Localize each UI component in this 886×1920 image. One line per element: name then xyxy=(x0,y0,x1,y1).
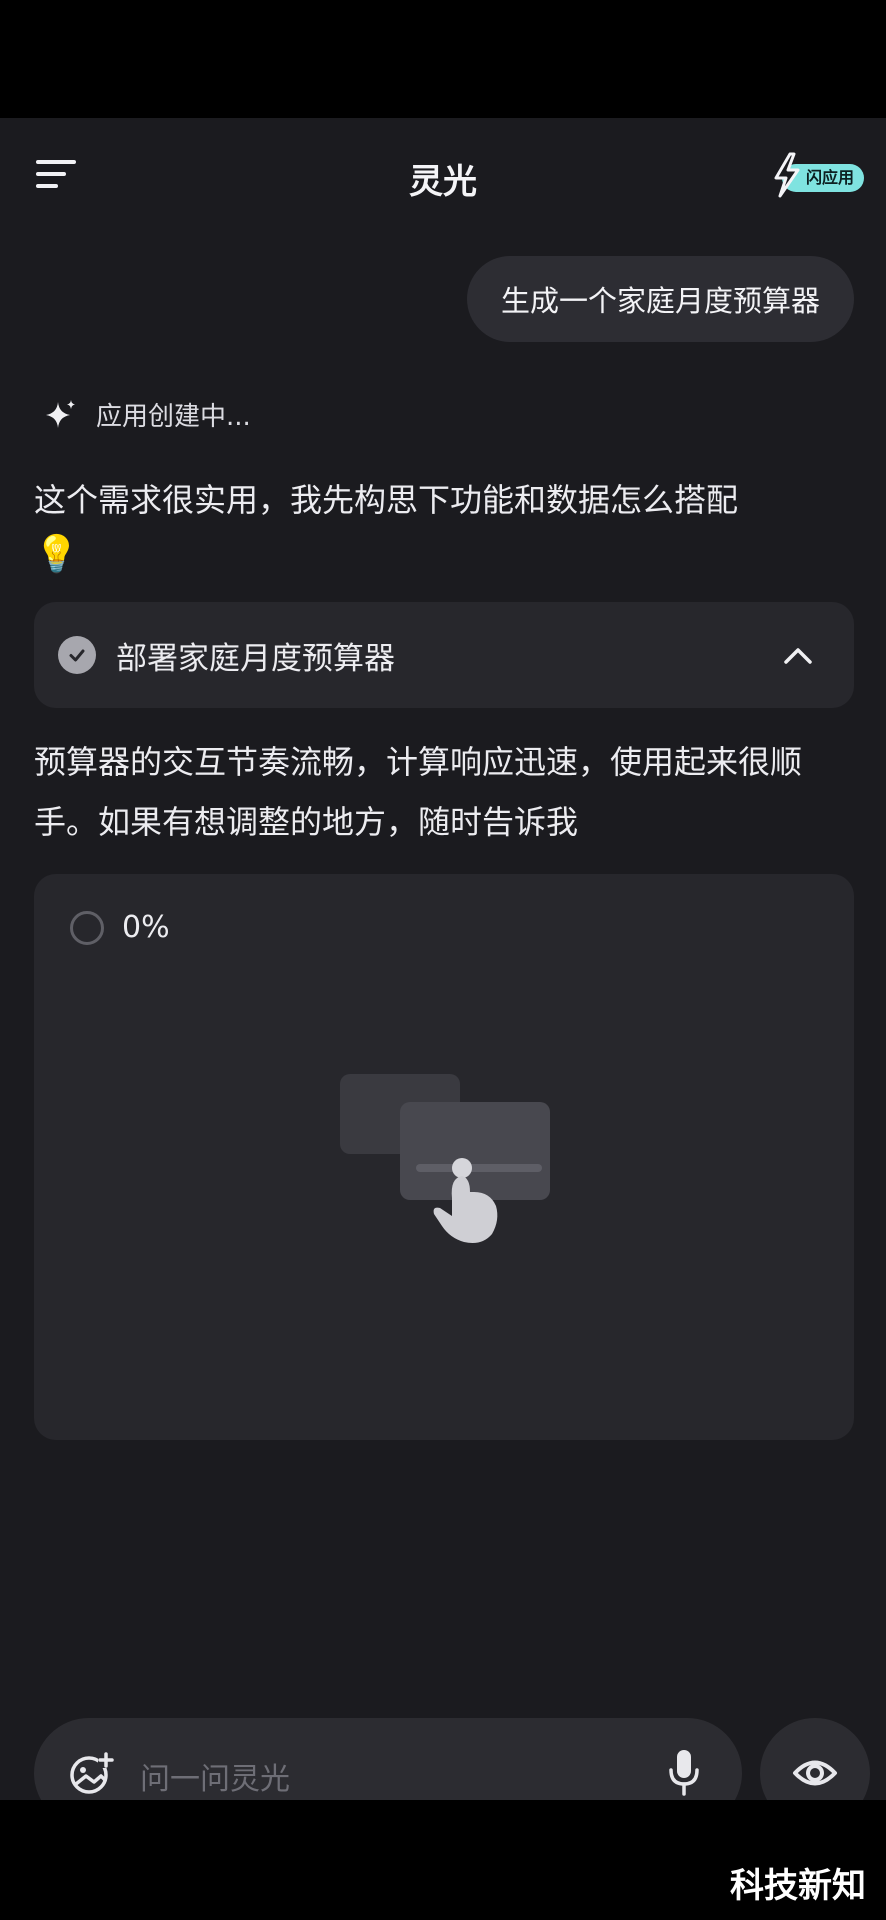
microphone-icon[interactable] xyxy=(668,1748,700,1798)
creation-status: 应用创建中... xyxy=(44,396,251,433)
chat-input-bar[interactable]: 问一问灵光 xyxy=(34,1718,742,1800)
app-preview-card[interactable]: 0% xyxy=(34,874,854,1440)
progress-percent: 0% xyxy=(122,910,170,945)
lightning-icon xyxy=(774,152,800,198)
check-icon xyxy=(58,636,96,674)
page-title: 灵光 xyxy=(409,162,477,202)
app-screen: 灵光 闪应用 生成一个家庭月度预算器 应用创建中... 这个需求很实用，我先构思… xyxy=(0,118,886,1800)
sparkle-icon xyxy=(46,399,75,428)
deploy-step-label: 部署家庭月度预算器 xyxy=(116,640,395,677)
deploy-step-card[interactable]: 部署家庭月度预算器 xyxy=(34,602,854,708)
reply-text: 这个需求很实用，我先构思下功能和数据怎么搭配 xyxy=(34,481,739,519)
status-text: 应用创建中... xyxy=(96,402,251,432)
lightbulb-icon: 💡 xyxy=(34,534,79,575)
user-message-bubble: 生成一个家庭月度预算器 xyxy=(466,256,854,342)
image-upload-icon[interactable] xyxy=(68,1750,114,1796)
assistant-reply-1: 这个需求很实用，我先构思下功能和数据怎么搭配 💡 xyxy=(34,470,854,580)
flash-app-button[interactable]: 闪应用 xyxy=(768,152,864,198)
eye-button[interactable] xyxy=(760,1718,870,1800)
chevron-up-icon[interactable] xyxy=(780,638,816,674)
progress-indicator: 0% xyxy=(70,910,170,945)
loading-illustration xyxy=(340,1074,550,1243)
search-input[interactable]: 问一问灵光 xyxy=(140,1754,290,1798)
eye-icon xyxy=(793,1760,837,1786)
progress-ring xyxy=(70,910,104,945)
watermark: 科技新知 xyxy=(730,1866,866,1906)
assistant-reply-2: 预算器的交互节奏流畅，计算响应迅速，使用起来很顺手。如果有想调整的地方，随时告诉… xyxy=(34,743,803,841)
